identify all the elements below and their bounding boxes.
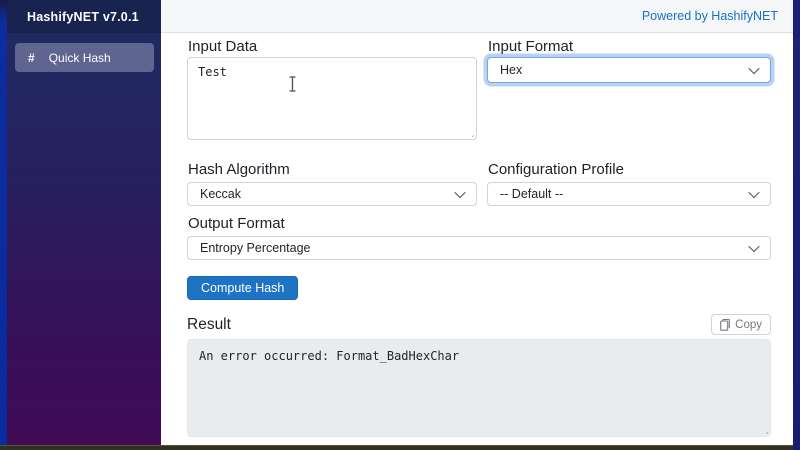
powered-by-link[interactable]: Powered by HashifyNET [642, 9, 778, 23]
compute-hash-button[interactable]: Compute Hash [187, 276, 299, 300]
chevron-down-icon [748, 240, 760, 253]
sidebar-item-quick-hash[interactable]: # Quick Hash [15, 43, 154, 72]
clipboard-icon [720, 318, 730, 331]
input-data-textarea[interactable]: Test [187, 57, 477, 140]
input-format-label: Input Format [488, 38, 574, 55]
hash-algorithm-select[interactable]: Keccak [187, 182, 477, 206]
chevron-down-icon [748, 186, 760, 199]
chevron-down-icon [454, 186, 466, 199]
main-panel: Powered by HashifyNET Input Data Test In… [161, 0, 793, 445]
form-content: Input Data Test Input Format Hex Hash Al… [187, 33, 771, 437]
sidebar-item-label: Quick Hash [48, 50, 111, 65]
output-format-label: Output Format [188, 215, 285, 232]
input-data-label: Input Data [188, 38, 258, 55]
chevron-down-icon [748, 62, 760, 75]
right-edge-strip [793, 0, 800, 450]
bottom-edge-bar [0, 445, 800, 450]
input-format-select[interactable]: Hex [487, 57, 771, 83]
output-format-select[interactable]: Entropy Percentage [187, 236, 771, 260]
top-bar: Powered by HashifyNET [161, 0, 793, 33]
sidebar-nav: # Quick Hash [7, 33, 161, 445]
hash-algorithm-selected-value: Keccak [200, 187, 241, 201]
copy-button[interactable]: Copy [711, 314, 771, 335]
configuration-profile-label: Configuration Profile [488, 161, 624, 178]
result-heading: Result [187, 315, 231, 333]
output-format-selected-value: Entropy Percentage [200, 241, 311, 255]
configuration-profile-selected-value: -- Default -- [500, 187, 564, 201]
copy-button-label: Copy [735, 318, 762, 331]
input-format-selected-value: Hex [500, 63, 523, 77]
configuration-profile-select[interactable]: -- Default -- [487, 182, 771, 206]
left-edge-strip [0, 0, 7, 450]
result-output-textarea[interactable]: An error occurred: Format_BadHexChar [187, 339, 771, 437]
sidebar: HashifyNET v7.0.1 # Quick Hash [7, 0, 161, 445]
app-title: HashifyNET v7.0.1 [7, 0, 161, 33]
hash-icon: # [28, 50, 35, 65]
hash-algorithm-label: Hash Algorithm [188, 161, 290, 178]
